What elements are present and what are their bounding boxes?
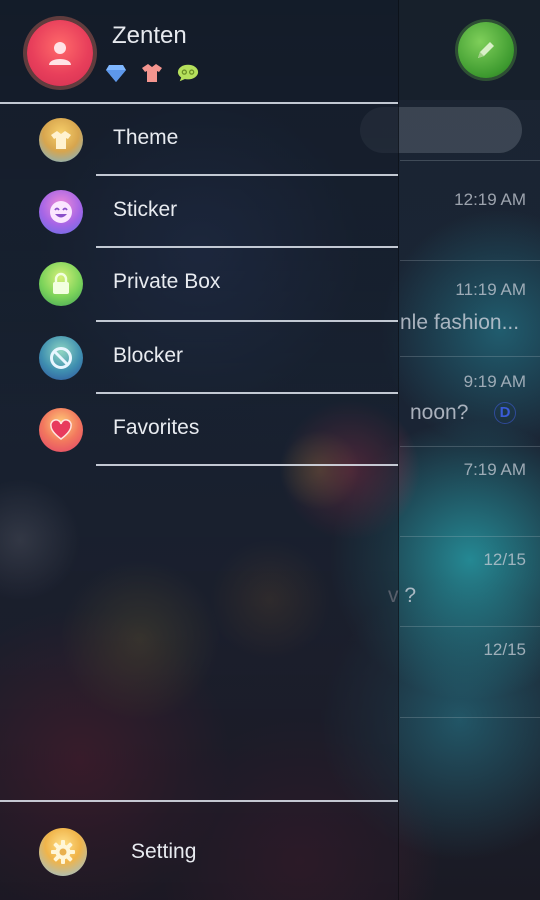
smiley-icon [39,190,83,234]
avatar[interactable] [27,20,93,86]
chat-time: 12:19 AM [454,190,526,209]
settings-button[interactable]: Setting [0,802,398,900]
menu-item-label: Favorites [113,416,200,439]
chat-list-item[interactable]: 7:19 AM [400,446,540,536]
chat-bubble-icon [177,62,199,84]
menu-item-blocker[interactable]: Blocker [0,322,398,394]
chat-list-item[interactable]: 11:19 AM nle fashion... [400,260,540,356]
block-icon [39,336,83,380]
pencil-icon [478,42,494,58]
menu-item-label: Sticker [113,198,178,221]
chat-time: 11:19 AM [455,280,526,299]
menu-item-label: Theme [113,126,179,149]
menu-item-private-box[interactable]: Private Box [0,248,398,320]
navigation-drawer: Zenten Theme Sticker Private Box Blocker… [0,0,399,900]
chat-list-item[interactable]: 12:19 AM [400,160,540,260]
profile-name: Zenten [112,22,187,49]
shirt-icon [141,62,163,84]
chat-status-badge: D [494,402,516,424]
chat-time: 9:19 AM [463,372,526,391]
settings-label: Setting [131,840,197,863]
divider [96,464,398,466]
chat-list-item[interactable]: 9:19 AM noon? [400,356,540,446]
lock-icon [39,262,83,306]
compose-button[interactable] [458,22,514,78]
profile-badges [105,62,199,84]
menu-item-label: Private Box [113,270,221,293]
chat-time: 12/15 [483,550,526,569]
menu-item-label: Blocker [113,344,184,367]
chat-preview: noon? [410,401,469,424]
heart-icon [39,408,83,452]
chat-list-item[interactable]: 12/15 [400,626,540,718]
menu-item-sticker[interactable]: Sticker [0,176,398,248]
chat-time: 12/15 [483,640,526,659]
menu-item-theme[interactable]: Theme [0,104,398,176]
chat-preview: nle fashion... [400,311,520,334]
chat-list-item[interactable]: 12/15 v ? [388,536,540,626]
theme-shirt-icon [39,118,83,162]
gear-icon [39,828,87,876]
profile-header[interactable]: Zenten [0,0,398,103]
menu-item-favorites[interactable]: Favorites [0,394,398,466]
user-icon [49,42,71,65]
chat-time: 7:19 AM [463,460,526,479]
diamond-icon [105,62,127,84]
